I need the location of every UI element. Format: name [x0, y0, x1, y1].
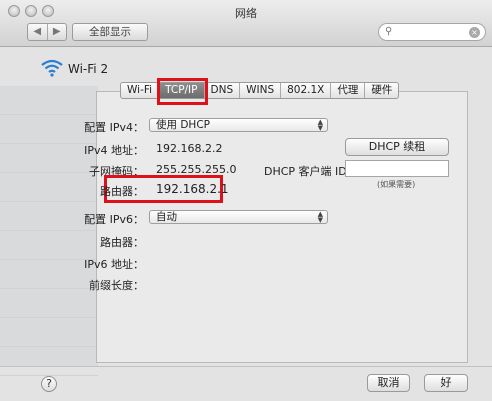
window-title: 网络 — [235, 7, 257, 20]
footer-divider — [0, 366, 492, 367]
configure-ipv4-select[interactable]: 使用 DHCP ▲ ▼ — [149, 118, 328, 132]
dhcp-client-id-label: DHCP 客户端 ID： — [264, 165, 358, 178]
back-forward-buttons: ◀ ▶ — [27, 23, 67, 41]
clear-search-icon[interactable]: × — [469, 27, 480, 38]
tab-8021x[interactable]: 802.1X — [281, 83, 332, 98]
tab-proxies[interactable]: 代理 — [331, 83, 366, 98]
tab-hardware[interactable]: 硬件 — [365, 83, 398, 98]
configure-ipv6-label: 配置 IPv6： — [84, 213, 144, 226]
network-preferences-window: 网络 ◀ ▶ 全部显示 ⚲ × Wi-Fi 2 Wi-Fi TCP/IP DNS — [0, 0, 492, 401]
ok-button[interactable]: 好 — [424, 374, 468, 392]
router-label: 路由器： — [100, 185, 144, 198]
search-icon: ⚲ — [385, 26, 393, 37]
ipv4-address-value: 192.168.2.2 — [156, 142, 223, 155]
ipv6-router-label: 路由器： — [100, 236, 144, 249]
popup-arrows-icon: ▲ ▼ — [317, 118, 323, 132]
tab-wins[interactable]: WINS — [240, 83, 282, 98]
title-bar: 网络 ◀ ▶ 全部显示 ⚲ × — [0, 0, 492, 47]
if-required-note: (如果需要) — [377, 180, 416, 189]
configure-ipv4-value: 使用 DHCP — [156, 119, 210, 131]
back-button[interactable]: ◀ — [28, 24, 48, 40]
ipv4-address-label: IPv4 地址： — [84, 144, 144, 157]
tcpip-tab-highlight — [157, 78, 208, 105]
tab-dns[interactable]: DNS — [205, 83, 241, 98]
renew-dhcp-lease-button[interactable]: DHCP 续租 — [345, 138, 449, 156]
router-value: 192.168.2.1 — [156, 182, 229, 196]
search-input[interactable]: ⚲ × — [378, 23, 486, 41]
ipv6-address-label: IPv6 地址： — [84, 258, 144, 271]
forward-button[interactable]: ▶ — [48, 24, 67, 40]
prefix-length-label: 前缀长度： — [89, 279, 144, 292]
help-button[interactable]: ? — [41, 376, 57, 392]
configure-ipv6-select[interactable]: 自动 ▲ ▼ — [149, 210, 328, 224]
dhcp-client-id-field[interactable] — [345, 160, 449, 177]
interface-name: Wi-Fi 2 — [68, 62, 109, 76]
tab-wifi[interactable]: Wi-Fi — [121, 83, 160, 98]
configure-ipv6-value: 自动 — [156, 211, 177, 223]
configure-ipv4-label: 配置 IPv4： — [84, 121, 144, 134]
show-all-button[interactable]: 全部显示 — [72, 23, 148, 41]
popup-arrows-icon: ▲ ▼ — [317, 210, 323, 224]
wifi-icon — [41, 59, 63, 77]
cancel-button[interactable]: 取消 — [367, 374, 410, 392]
